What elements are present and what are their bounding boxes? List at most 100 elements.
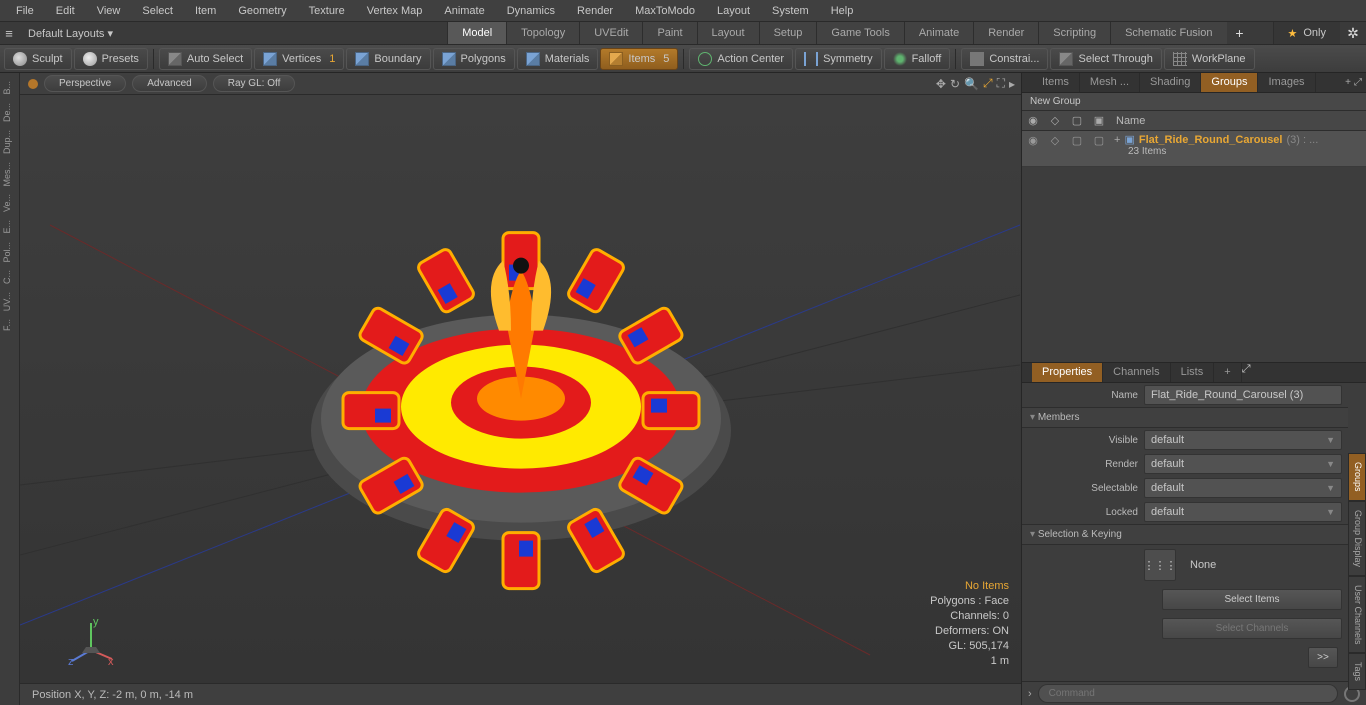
tab-layout[interactable]: Layout	[697, 22, 759, 44]
ptab-lists[interactable]: Lists	[1171, 363, 1215, 382]
col4-icon[interactable]: ▣	[1088, 114, 1110, 127]
ptab-channels[interactable]: Channels	[1103, 363, 1170, 382]
menu-maxtomodo[interactable]: MaxToModo	[625, 2, 705, 20]
name-column-header[interactable]: Name	[1110, 115, 1145, 127]
rotate-icon[interactable]: ↻	[950, 77, 960, 91]
ptab-properties[interactable]: Properties	[1032, 363, 1103, 382]
vtab-groups[interactable]: Groups	[1348, 453, 1366, 501]
col3-icon[interactable]: ▢	[1066, 114, 1088, 127]
default-layouts-dropdown[interactable]: Default Layouts ▾	[18, 25, 123, 42]
workplane-button[interactable]: WorkPlane	[1164, 48, 1255, 70]
tab-model[interactable]: Model	[447, 22, 506, 44]
tab-uvedit[interactable]: UVEdit	[579, 22, 642, 44]
menu-view[interactable]: View	[87, 2, 131, 20]
polygons-button[interactable]: Polygons	[433, 48, 515, 70]
add-tab-button[interactable]: +	[1227, 22, 1253, 44]
rtab-images[interactable]: Images	[1258, 73, 1315, 92]
tab-schematicfusion[interactable]: Schematic Fusion	[1110, 22, 1226, 44]
rtab-mesh[interactable]: Mesh ...	[1080, 73, 1140, 92]
keying-mode-icon[interactable]: ⋮⋮⋮	[1144, 549, 1176, 581]
sidebar-item[interactable]: B...	[0, 77, 19, 99]
tab-gametools[interactable]: Game Tools	[816, 22, 904, 44]
expand-icon[interactable]: ⤢	[1354, 77, 1362, 88]
axis-gizmo[interactable]: y x z	[66, 615, 116, 665]
tab-paint[interactable]: Paint	[642, 22, 696, 44]
sidebar-item[interactable]: C...	[0, 266, 19, 288]
tab-setup[interactable]: Setup	[759, 22, 817, 44]
menu-texture[interactable]: Texture	[299, 2, 355, 20]
select-items-button[interactable]: Select Items	[1162, 589, 1342, 610]
boundary-button[interactable]: Boundary	[346, 48, 430, 70]
sidebar-item[interactable]: Pol...	[0, 238, 19, 267]
menu-select[interactable]: Select	[132, 2, 183, 20]
layout-menu-icon[interactable]: ≡	[0, 26, 18, 41]
menu-dynamics[interactable]: Dynamics	[497, 2, 565, 20]
materials-button[interactable]: Materials	[517, 48, 599, 70]
locked-dropdown[interactable]: default▼	[1144, 502, 1342, 522]
selectthrough-button[interactable]: Select Through	[1050, 48, 1161, 70]
render-dropdown[interactable]: default▼	[1144, 454, 1342, 474]
viewport-options-icon[interactable]	[28, 79, 38, 89]
actioncenter-button[interactable]: Action Center	[689, 48, 793, 70]
box2-icon[interactable]: ▢	[1088, 131, 1110, 147]
items-button[interactable]: Items5	[600, 48, 678, 70]
ptab-add[interactable]: +	[1214, 363, 1241, 382]
tab-render[interactable]: Render	[973, 22, 1038, 44]
menu-geometry[interactable]: Geometry	[228, 2, 296, 20]
name-field[interactable]: Flat_Ride_Round_Carousel (3)	[1144, 385, 1342, 405]
eye-column-icon[interactable]: ◉	[1022, 114, 1044, 127]
sidebar-item[interactable]: Ve...	[0, 190, 19, 216]
menu-help[interactable]: Help	[821, 2, 864, 20]
menu-animate[interactable]: Animate	[434, 2, 494, 20]
selectable-dropdown[interactable]: default▼	[1144, 478, 1342, 498]
sidebar-item[interactable]: UV...	[0, 288, 19, 315]
add-icon[interactable]: +	[1345, 77, 1351, 88]
vertices-button[interactable]: Vertices1	[254, 48, 344, 70]
command-input[interactable]	[1038, 684, 1338, 703]
menu-layout[interactable]: Layout	[707, 2, 760, 20]
rtab-items[interactable]: Items	[1032, 73, 1080, 92]
tab-scripting[interactable]: Scripting	[1038, 22, 1110, 44]
constrain-button[interactable]: Constrai...	[961, 48, 1048, 70]
more-button[interactable]: >>	[1308, 647, 1338, 668]
rtab-groups[interactable]: Groups	[1201, 73, 1258, 92]
select-channels-button[interactable]: Select Channels	[1162, 618, 1342, 639]
shading-dropdown[interactable]: Advanced	[132, 75, 206, 92]
group-name[interactable]: Flat_Ride_Round_Carousel	[1139, 134, 1283, 146]
tab-animate[interactable]: Animate	[904, 22, 973, 44]
visible-dropdown[interactable]: default▼	[1144, 430, 1342, 450]
maximize-icon[interactable]: ⛶	[997, 76, 1005, 91]
eye-icon[interactable]: ◉	[1022, 131, 1044, 147]
sculpt-button[interactable]: Sculpt	[4, 48, 72, 70]
viewport-menu-icon[interactable]: ▸	[1009, 77, 1015, 91]
selection-keying-section[interactable]: Selection & Keying	[1022, 524, 1348, 545]
menu-render[interactable]: Render	[567, 2, 623, 20]
members-section[interactable]: Members	[1022, 407, 1348, 428]
cmd-chevron-icon[interactable]: ›	[1028, 688, 1032, 700]
box-icon[interactable]: ▢	[1066, 131, 1088, 147]
raygl-dropdown[interactable]: Ray GL: Off	[213, 75, 296, 92]
falloff-button[interactable]: Falloff	[884, 48, 951, 70]
fit-icon[interactable]: ⤢	[983, 76, 993, 91]
sidebar-item[interactable]: De...	[0, 99, 19, 126]
autoselect-button[interactable]: Auto Select	[159, 48, 252, 70]
presets-button[interactable]: Presets	[74, 48, 148, 70]
vtab-tags[interactable]: Tags	[1348, 653, 1366, 690]
menu-system[interactable]: System	[762, 2, 819, 20]
vtab-groupdisplay[interactable]: Group Display	[1348, 501, 1366, 576]
vtab-userchannels[interactable]: User Channels	[1348, 576, 1366, 654]
menu-item[interactable]: Item	[185, 2, 226, 20]
3d-viewport[interactable]: y x z No Items Polygons : Face Channels:…	[20, 95, 1021, 683]
sidebar-item[interactable]: F...	[0, 315, 19, 335]
expand-icon[interactable]: ⤢	[1242, 363, 1251, 375]
link-column-icon[interactable]: ◇	[1044, 114, 1066, 127]
menu-vertexmap[interactable]: Vertex Map	[357, 2, 433, 20]
menu-file[interactable]: File	[6, 2, 44, 20]
tab-only[interactable]: ★Only	[1273, 22, 1341, 44]
carousel-model[interactable]	[281, 171, 761, 591]
sidebar-item[interactable]: Mes...	[0, 158, 19, 191]
sidebar-item[interactable]: E...	[0, 216, 19, 238]
group-row[interactable]: ◉ ◇ ▢ ▢ + ▣ Flat_Ride_Round_Carousel (3)…	[1022, 131, 1366, 167]
tab-topology[interactable]: Topology	[506, 22, 579, 44]
link-icon[interactable]: ◇	[1044, 131, 1066, 147]
